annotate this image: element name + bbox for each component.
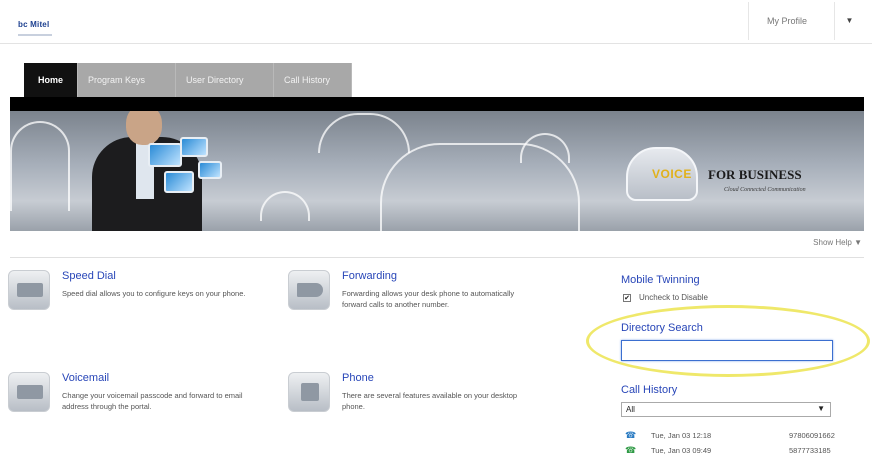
mobile-twinning-checkbox-label: Uncheck to Disable — [639, 293, 708, 302]
feature-phone: Phone There are several features availab… — [288, 372, 538, 432]
forwarding-description: Forwarding allows your desk phone to aut… — [342, 289, 515, 309]
call-time: Tue, Jan 03 12:18 — [651, 431, 712, 440]
brand-voice-text: VOICE — [652, 167, 692, 181]
chevron-down-icon: ▼ — [817, 404, 825, 413]
devices-image — [128, 133, 238, 213]
chevron-down-icon[interactable]: ▼ — [834, 2, 864, 40]
cloud-outline — [520, 133, 570, 163]
tab-home[interactable]: Home — [24, 63, 79, 97]
phone-description: There are several features available on … — [342, 391, 518, 411]
hero-banner: VOICE FOR BUSINESS Cloud Connected Commu… — [10, 97, 864, 231]
call-history-row[interactable]: ☎ Tue, Jan 03 09:49 5877733185 — [625, 445, 855, 457]
speed-dial-link[interactable]: Speed Dial — [62, 270, 116, 282]
voicemail-description: Change your voicemail passcode and forwa… — [62, 391, 243, 411]
voicemail-link[interactable]: Voicemail — [62, 372, 109, 384]
cloud-outline — [10, 121, 70, 211]
show-help-link[interactable]: Show Help ▼ — [813, 238, 862, 247]
voicemail-icon[interactable] — [8, 372, 50, 412]
phone-icon[interactable] — [288, 372, 330, 412]
tab-program-keys[interactable]: Program Keys — [78, 63, 177, 97]
directory-search-input[interactable] — [621, 340, 833, 361]
cloud-outline — [260, 191, 310, 221]
top-bar: bc Mitel My Profile ▼ — [0, 0, 872, 44]
tab-user-directory[interactable]: User Directory — [176, 63, 275, 97]
logo-underline — [18, 34, 52, 36]
call-number: 97806091662 — [789, 431, 835, 440]
logo-text: bc Mitel — [18, 20, 50, 29]
call-time: Tue, Jan 03 09:49 — [651, 446, 712, 455]
mobile-twinning-checkbox[interactable]: ✔ — [623, 293, 631, 302]
voice-for-business-logo: VOICE FOR BUSINESS Cloud Connected Commu… — [626, 147, 836, 207]
cloud-outline — [318, 113, 410, 153]
mobile-twinning-title: Mobile Twinning — [621, 274, 700, 286]
speed-dial-icon[interactable] — [8, 270, 50, 310]
call-history-title: Call History — [621, 384, 678, 396]
phone-link[interactable]: Phone — [342, 372, 374, 384]
my-profile-button[interactable]: My Profile — [748, 2, 834, 40]
forwarding-link[interactable]: Forwarding — [342, 270, 397, 282]
feature-voicemail: Voicemail Change your voicemail passcode… — [8, 372, 258, 442]
call-history-filter-select[interactable]: All ▼ — [621, 402, 831, 417]
tab-call-history[interactable]: Call History — [274, 63, 353, 97]
call-history-row[interactable]: ☎ Tue, Jan 03 12:18 97806091662 — [625, 430, 855, 442]
speed-dial-description: Speed dial allows you to configure keys … — [62, 289, 246, 298]
call-number: 5877733185 — [789, 446, 831, 455]
company-logo[interactable]: bc Mitel — [18, 14, 58, 36]
brand-tagline: Cloud Connected Communication — [724, 187, 806, 193]
help-row: Show Help ▼ — [10, 232, 864, 258]
forwarding-icon[interactable] — [288, 270, 330, 310]
brand-for-business-text: FOR BUSINESS — [708, 167, 802, 182]
main-tabs: Home Program Keys User Directory Call Hi… — [24, 63, 353, 97]
feature-forwarding: Forwarding Forwarding allows your desk p… — [288, 270, 538, 340]
outgoing-call-icon: ☎ — [625, 445, 637, 455]
feature-speed-dial: Speed Dial Speed dial allows you to conf… — [8, 270, 258, 330]
mobile-twinning-checkbox-row[interactable]: ✔ Uncheck to Disable — [623, 293, 708, 302]
call-history-filter-value: All — [626, 405, 635, 414]
directory-search-title: Directory Search — [621, 322, 703, 334]
incoming-call-icon: ☎ — [625, 430, 637, 440]
